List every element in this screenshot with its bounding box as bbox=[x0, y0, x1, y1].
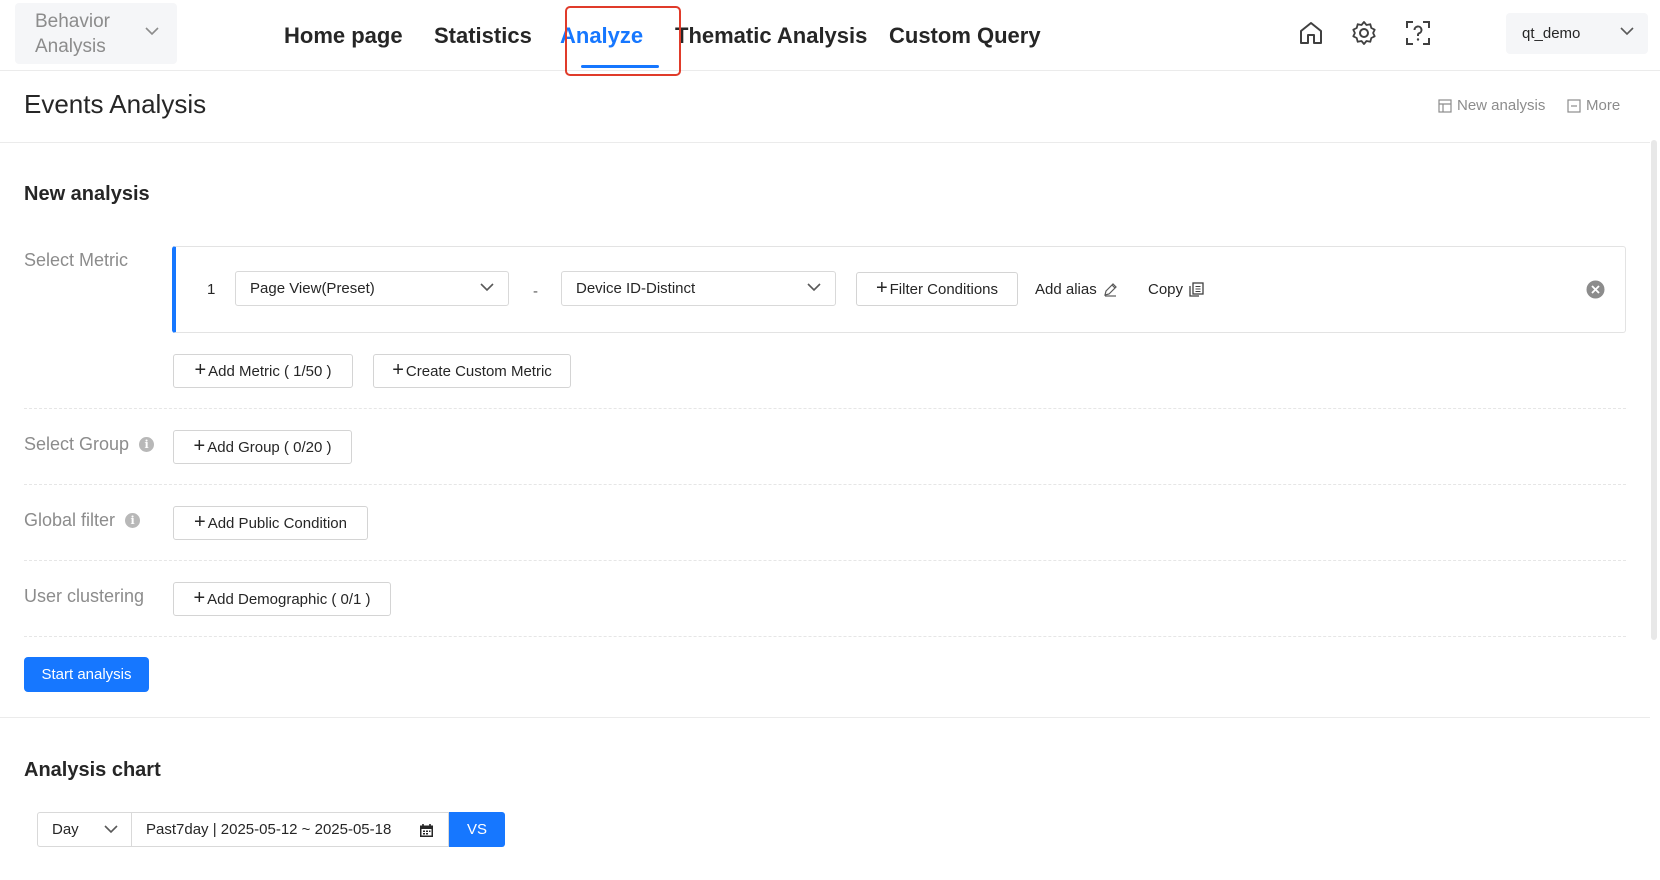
granularity-select[interactable]: Day bbox=[37, 812, 132, 847]
more-label: More bbox=[1586, 97, 1621, 114]
row-divider bbox=[24, 560, 1626, 561]
add-metric-button[interactable]: + Add Metric ( 1/50 ) bbox=[173, 354, 353, 388]
nav-home-page[interactable]: Home page bbox=[284, 0, 403, 71]
date-control-bar: Day Past7day | 2025-05-12 ~ 2025-05-18 V… bbox=[37, 812, 505, 847]
page-title: Events Analysis bbox=[24, 89, 207, 119]
vertical-scrollbar[interactable] bbox=[1651, 140, 1657, 640]
event-select-value: Page View(Preset) bbox=[250, 280, 375, 297]
filter-conditions-button[interactable]: + Filter Conditions bbox=[856, 272, 1018, 306]
calendar-icon bbox=[420, 824, 433, 837]
add-group-button[interactable]: + Add Group ( 0/20 ) bbox=[173, 430, 352, 464]
more-icon bbox=[1567, 98, 1581, 113]
row-divider bbox=[24, 408, 1626, 409]
analysis-chart-title: Analysis chart bbox=[24, 759, 161, 781]
metric-index: 1 bbox=[207, 281, 216, 298]
date-range-value: Past7day | 2025-05-12 ~ 2025-05-18 bbox=[146, 821, 392, 838]
select-group-label: Select Group i bbox=[24, 434, 155, 455]
new-analysis-title: New analysis bbox=[24, 183, 150, 205]
home-icon[interactable] bbox=[1296, 18, 1326, 48]
plus-icon: + bbox=[194, 359, 207, 381]
create-custom-metric-button[interactable]: + Create Custom Metric bbox=[373, 354, 571, 388]
help-scan-icon[interactable] bbox=[1403, 18, 1433, 48]
user-clustering-label: User clustering bbox=[24, 586, 145, 606]
new-analysis-button[interactable]: New analysis bbox=[1438, 97, 1545, 114]
nav-custom-query[interactable]: Custom Query bbox=[889, 0, 1041, 71]
global-filter-label: Global filter i bbox=[24, 510, 141, 531]
pencil-icon bbox=[1103, 283, 1117, 297]
app-switcher[interactable]: Behavior Analysis bbox=[15, 3, 177, 64]
select-metric-label: Select Metric bbox=[24, 250, 129, 270]
row-divider bbox=[24, 484, 1626, 485]
user-menu[interactable]: qt_demo bbox=[1506, 13, 1648, 54]
start-analysis-button[interactable]: Start analysis bbox=[24, 657, 149, 692]
highlight-annotation-box bbox=[565, 6, 681, 76]
info-icon[interactable]: i bbox=[125, 513, 141, 528]
remove-metric-icon[interactable] bbox=[1586, 280, 1605, 299]
user-name: qt_demo bbox=[1522, 25, 1581, 42]
plus-icon: + bbox=[193, 435, 206, 457]
new-analysis-icon bbox=[1438, 98, 1452, 113]
plus-icon: + bbox=[392, 359, 404, 381]
chevron-down-icon bbox=[480, 283, 494, 292]
nav-thematic-analysis[interactable]: Thematic Analysis bbox=[675, 0, 867, 71]
metric-separator: - bbox=[533, 283, 538, 300]
gear-icon[interactable] bbox=[1349, 18, 1379, 48]
copy-icon bbox=[1189, 282, 1204, 297]
metric-card: 1 Page View(Preset) - Device ID-Distinct… bbox=[172, 246, 1626, 333]
row-divider bbox=[24, 636, 1626, 637]
measure-select-value: Device ID-Distinct bbox=[576, 280, 696, 297]
date-range-picker[interactable]: Past7day | 2025-05-12 ~ 2025-05-18 bbox=[132, 812, 449, 847]
chevron-down-icon bbox=[807, 283, 821, 292]
granularity-value: Day bbox=[52, 821, 79, 838]
copy-metric-button[interactable]: Copy bbox=[1148, 281, 1204, 298]
plus-icon: + bbox=[193, 587, 206, 609]
info-icon[interactable]: i bbox=[139, 437, 155, 452]
new-analysis-label: New analysis bbox=[1457, 97, 1546, 114]
chevron-down-icon bbox=[104, 825, 118, 834]
plus-icon: + bbox=[194, 511, 206, 533]
top-navigation-bar: Behavior Analysis Home page Statistics A… bbox=[0, 0, 1660, 76]
section-separator bbox=[0, 717, 1650, 718]
vs-compare-button[interactable]: VS bbox=[449, 812, 505, 847]
nav-statistics[interactable]: Statistics bbox=[434, 0, 532, 71]
event-select[interactable]: Page View(Preset) bbox=[235, 271, 509, 306]
add-public-condition-button[interactable]: + Add Public Condition bbox=[173, 506, 368, 540]
page-header: Events Analysis New analysis More bbox=[0, 71, 1650, 143]
measure-select[interactable]: Device ID-Distinct bbox=[561, 271, 836, 306]
more-button[interactable]: More bbox=[1567, 97, 1620, 114]
chevron-down-icon bbox=[1620, 27, 1634, 36]
chevron-down-icon bbox=[145, 27, 159, 36]
add-demographic-button[interactable]: + Add Demographic ( 0/1 ) bbox=[173, 582, 391, 616]
app-switcher-label: Behavior Analysis bbox=[35, 10, 110, 57]
plus-icon: + bbox=[875, 277, 888, 299]
add-alias-button[interactable]: Add alias bbox=[1035, 281, 1118, 298]
